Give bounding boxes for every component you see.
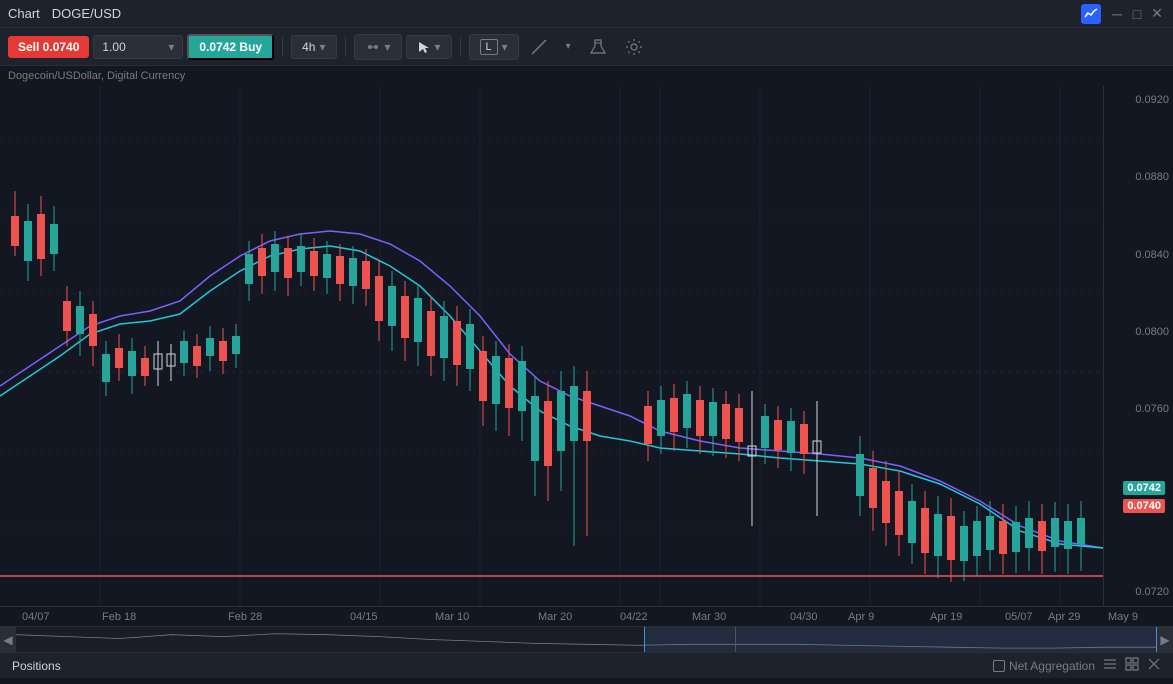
time-label-mar30: Mar 30 <box>692 611 726 623</box>
title-bar-title: Chart <box>8 6 40 21</box>
time-axis: 04/07 Feb 18 Feb 28 04/15 Mar 10 Mar 20 … <box>0 606 1173 626</box>
time-label-feb28: Feb 28 <box>228 611 262 623</box>
price-label-6: 0.0720 <box>1108 586 1169 598</box>
net-aggregation-area: Net Aggregation <box>993 657 1161 674</box>
nav-split-line <box>735 627 736 652</box>
line-icon <box>530 38 548 56</box>
title-bar: Chart DOGE/USD ─ □ ✕ <box>0 0 1173 28</box>
nav-handle[interactable] <box>644 627 1157 652</box>
indicator-l-icon: L <box>480 39 498 55</box>
net-aggregation-label: Net Aggregation <box>1009 659 1095 673</box>
indicator-l-btn[interactable]: L ▾ <box>469 34 519 60</box>
price-label-3: 0.0840 <box>1108 249 1169 261</box>
line-dropdown-btn[interactable]: ▾ <box>559 36 578 57</box>
net-aggregation-checkbox[interactable]: Net Aggregation <box>993 659 1095 673</box>
checkbox-box <box>993 660 1005 672</box>
time-label-0507: 05/07 <box>1005 611 1033 623</box>
positions-label: Positions <box>12 659 61 673</box>
flask-icon <box>589 38 607 56</box>
chart-svg <box>0 86 1103 606</box>
toolbar: Sell 0.0740 1.00 ▾ 0.0742 Buy 4h ▾ ▾ ▾ L… <box>0 28 1173 66</box>
chart-subtitle: Dogecoin/USDollar, Digital Currency <box>0 66 1173 86</box>
bid-price-badge: 0.0742 <box>1123 481 1165 495</box>
sell-button[interactable]: Sell 0.0740 <box>8 36 89 58</box>
drawing-icon <box>365 39 381 55</box>
chart-area: 0.0920 0.0880 0.0840 0.0800 0.0760 0.074… <box>0 86 1173 606</box>
close-button[interactable]: ✕ <box>1149 6 1165 22</box>
bottom-bar: Positions Net Aggregation <box>0 652 1173 678</box>
line-dropdown-icon: ▾ <box>566 41 571 52</box>
trading-icon[interactable] <box>1081 4 1101 24</box>
time-label-feb18: Feb 18 <box>102 611 136 623</box>
chart-subtitle-text: Dogecoin/USDollar, Digital Currency <box>8 70 185 82</box>
qty-value: 1.00 <box>102 40 168 54</box>
maximize-button[interactable]: □ <box>1129 6 1145 22</box>
timeframe-dropdown-icon: ▾ <box>319 40 325 54</box>
timeframe-selector[interactable]: 4h ▾ <box>291 35 336 59</box>
flask-btn[interactable] <box>582 33 614 61</box>
buy-button[interactable]: 0.0742 Buy <box>187 34 274 60</box>
line-tool-btn[interactable] <box>523 33 555 61</box>
time-label-mar20: Mar 20 <box>538 611 572 623</box>
filter-icon-2[interactable] <box>1125 657 1139 674</box>
qty-dropdown-icon: ▾ <box>168 40 174 54</box>
cursor-tool-btn[interactable]: ▾ <box>406 35 452 59</box>
drawing-dropdown-icon: ▾ <box>385 40 391 54</box>
price-label-5: 0.0760 <box>1108 403 1169 415</box>
nav-bar[interactable] <box>16 627 1157 652</box>
time-label-apr19: Apr 19 <box>930 611 962 623</box>
separator-1 <box>282 37 283 57</box>
time-label-may9: May 9 <box>1108 611 1138 623</box>
navigator: ◀ ▶ <box>0 626 1173 652</box>
filter-icon-1[interactable] <box>1103 657 1117 674</box>
nav-scroll-left-button[interactable]: ◀ <box>0 627 16 653</box>
time-label-apr29: Apr 29 <box>1048 611 1080 623</box>
title-bar-symbol: DOGE/USD <box>52 6 121 21</box>
settings-btn[interactable] <box>618 33 650 61</box>
minimize-button[interactable]: ─ <box>1109 6 1125 22</box>
price-axis: 0.0920 0.0880 0.0840 0.0800 0.0760 0.074… <box>1103 86 1173 606</box>
price-label-4: 0.0800 <box>1108 326 1169 338</box>
time-label-mar10: Mar 10 <box>435 611 469 623</box>
gear-icon <box>625 38 643 56</box>
timeframe-label: 4h <box>302 40 315 54</box>
nav-scroll-right-button[interactable]: ▶ <box>1157 627 1173 653</box>
separator-3 <box>460 37 461 57</box>
quantity-input[interactable]: 1.00 ▾ <box>93 35 183 59</box>
time-label-apr9: Apr 9 <box>848 611 874 623</box>
time-label-0422: 04/22 <box>620 611 648 623</box>
time-label-0430: 04/30 <box>790 611 818 623</box>
cursor-dropdown-icon: ▾ <box>435 40 441 54</box>
drawing-tools-btn[interactable]: ▾ <box>354 34 402 60</box>
time-label-0407: 04/07 <box>22 611 50 623</box>
ask-price-badge: 0.0740 <box>1123 499 1165 513</box>
chart-svg-wrapper[interactable] <box>0 86 1103 606</box>
close-icon[interactable] <box>1147 657 1161 674</box>
separator-2 <box>345 37 346 57</box>
price-label-1: 0.0920 <box>1108 94 1169 106</box>
price-label-2: 0.0880 <box>1108 171 1169 183</box>
time-label-0415: 04/15 <box>350 611 378 623</box>
indicator-l-dropdown-icon: ▾ <box>502 40 508 54</box>
cursor-icon <box>417 40 431 54</box>
